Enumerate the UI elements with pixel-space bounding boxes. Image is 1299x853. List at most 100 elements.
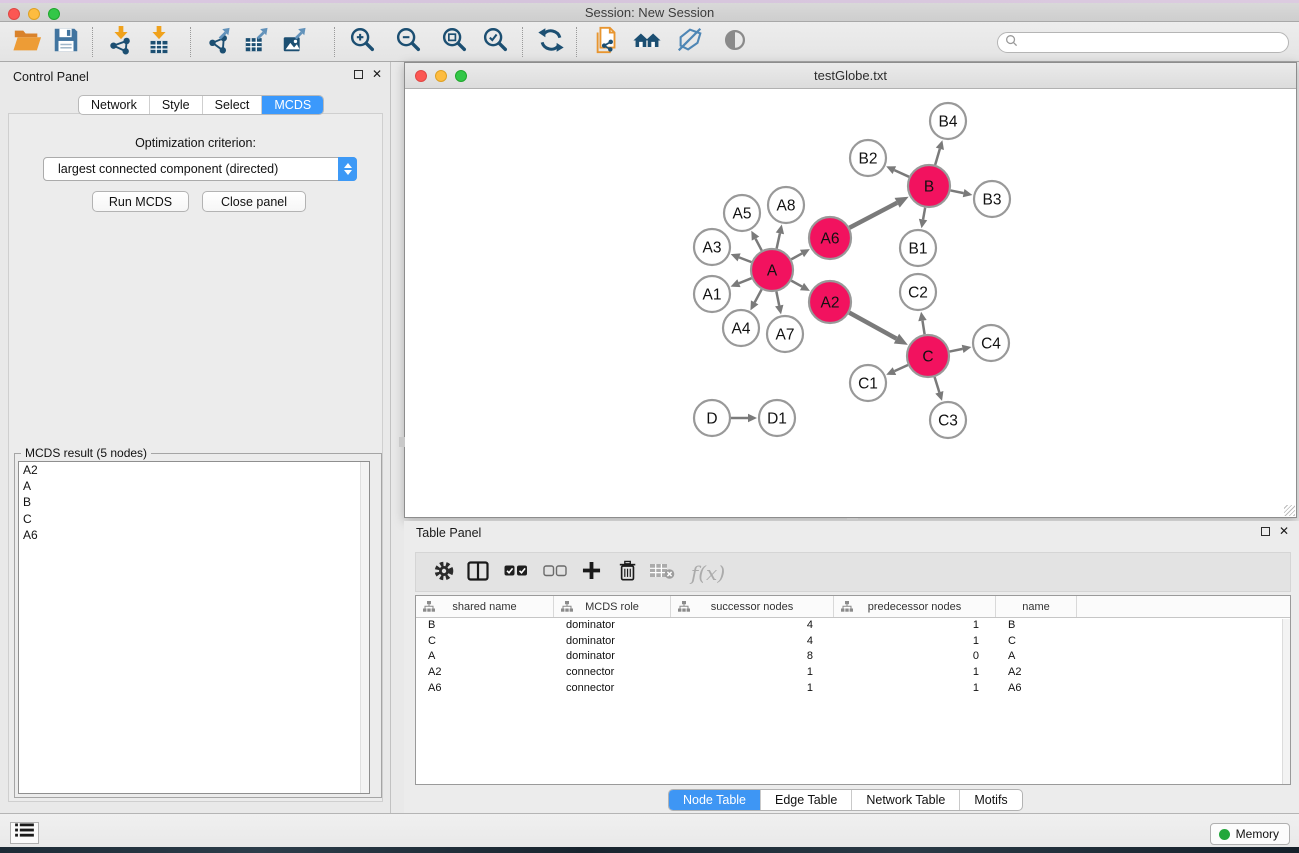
graph-edge-A-A3[interactable]	[739, 257, 751, 262]
close-table-panel-icon[interactable]: ✕	[1279, 526, 1289, 537]
tab-node-table[interactable]: Node Table	[669, 790, 761, 810]
graph-edge-B-B4[interactable]	[935, 149, 940, 165]
graph-edge-B-B1[interactable]	[923, 208, 925, 220]
table-row[interactable]: A6connector11A6	[416, 681, 1290, 697]
run-mcds-button[interactable]: Run MCDS	[92, 191, 189, 212]
table-row[interactable]: Cdominator41C	[416, 634, 1290, 650]
cell-name[interactable]: C	[996, 634, 1077, 650]
network-window-titlebar[interactable]: testGlobe.txt	[405, 63, 1296, 89]
mcds-result-item[interactable]: A2	[19, 462, 369, 478]
mcds-result-item[interactable]: C	[19, 511, 369, 527]
table-options-button[interactable]	[430, 559, 458, 587]
zoom-fit-button[interactable]	[437, 26, 471, 58]
cell-successor_nodes[interactable]: 4	[671, 618, 834, 634]
toggle-birds-eye-button[interactable]	[718, 26, 752, 58]
cell-predecessor_nodes[interactable]: 1	[834, 634, 996, 650]
close-panel-icon[interactable]: ✕	[372, 69, 382, 80]
cell-predecessor_nodes[interactable]: 1	[834, 681, 996, 697]
column-header-name[interactable]: name	[996, 596, 1077, 617]
graph-edge-A-A8[interactable]	[777, 233, 780, 248]
network-canvas[interactable]: B4B2BB3A5A8A6A3B1AC2A1A2A4A7C4CC1C3DD1	[405, 89, 1296, 517]
import-network-button[interactable]	[104, 26, 138, 58]
tab-edge-table[interactable]: Edge Table	[761, 790, 852, 810]
graph-edge-A-A6[interactable]	[791, 253, 802, 259]
cell-name[interactable]: A2	[996, 665, 1077, 681]
zoom-in-button[interactable]	[345, 26, 379, 58]
graph-edge-A6-B[interactable]	[849, 203, 897, 228]
show-panels-button[interactable]	[10, 822, 39, 844]
graph-edge-B-B3[interactable]	[951, 190, 964, 193]
tab-select[interactable]: Select	[203, 96, 263, 114]
column-header-predecessor-nodes[interactable]: predecessor nodes	[834, 596, 996, 617]
column-header-successor-nodes[interactable]: successor nodes	[671, 596, 834, 617]
cell-mcds_role[interactable]: dominator	[554, 649, 671, 665]
float-table-panel-icon[interactable]	[1261, 527, 1270, 536]
table-scrollbar[interactable]	[1282, 619, 1290, 784]
memory-button[interactable]: Memory	[1210, 823, 1290, 845]
cell-successor_nodes[interactable]: 1	[671, 665, 834, 681]
zoom-out-button[interactable]	[391, 26, 425, 58]
cell-shared_name[interactable]: B	[416, 618, 554, 634]
cell-predecessor_nodes[interactable]: 1	[834, 618, 996, 634]
mcds-result-item[interactable]: B	[19, 494, 369, 510]
cell-predecessor_nodes[interactable]: 1	[834, 665, 996, 681]
graph-edge-B-B2[interactable]	[894, 170, 909, 177]
cell-mcds_role[interactable]: connector	[554, 665, 671, 681]
list-scrollbar[interactable]	[360, 462, 369, 793]
graph-edge-A-A7[interactable]	[776, 292, 779, 306]
graph-edge-A-A1[interactable]	[739, 278, 752, 283]
delete-table-button[interactable]	[648, 559, 676, 587]
select-all-rows-button[interactable]	[502, 559, 530, 587]
add-row-button[interactable]	[577, 559, 605, 587]
search-field[interactable]	[997, 32, 1289, 53]
cell-mcds_role[interactable]: connector	[554, 681, 671, 697]
tab-network-table[interactable]: Network Table	[852, 790, 960, 810]
tab-motifs[interactable]: Motifs	[960, 790, 1021, 810]
table-row[interactable]: Adominator80A	[416, 649, 1290, 665]
delete-rows-button[interactable]	[614, 559, 642, 587]
float-panel-icon[interactable]	[354, 70, 363, 79]
graph-edge-A2-C[interactable]	[849, 313, 896, 339]
cell-name[interactable]: A	[996, 649, 1077, 665]
graph-edge-A-A5[interactable]	[756, 239, 762, 251]
network-from-selection-button[interactable]	[590, 26, 624, 58]
close-panel-button[interactable]: Close panel	[202, 191, 306, 212]
cell-name[interactable]: B	[996, 618, 1077, 634]
window-resize-grip[interactable]	[1284, 505, 1295, 516]
export-table-button[interactable]	[240, 26, 274, 58]
column-header-MCDS-role[interactable]: MCDS role	[554, 596, 671, 617]
cell-shared_name[interactable]: A	[416, 649, 554, 665]
reset-layout-button[interactable]	[630, 26, 664, 58]
refresh-view-button[interactable]	[534, 26, 568, 58]
zoom-selected-button[interactable]	[478, 26, 512, 58]
cell-successor_nodes[interactable]: 4	[671, 634, 834, 650]
export-network-button[interactable]	[203, 26, 237, 58]
graph-edge-A-A4[interactable]	[755, 289, 762, 302]
deselect-all-rows-button[interactable]	[541, 559, 569, 587]
cell-successor_nodes[interactable]: 8	[671, 649, 834, 665]
mcds-result-item[interactable]: A6	[19, 527, 369, 543]
import-table-button[interactable]	[142, 26, 176, 58]
mcds-result-list[interactable]: A2ABCA6	[18, 461, 370, 794]
tab-mcds[interactable]: MCDS	[262, 96, 323, 114]
graph-edge-C-C1[interactable]	[894, 365, 907, 371]
export-image-button[interactable]	[278, 26, 312, 58]
save-session-button[interactable]	[49, 26, 83, 58]
cell-shared_name[interactable]: A2	[416, 665, 554, 681]
cell-shared_name[interactable]: A6	[416, 681, 554, 697]
tab-style[interactable]: Style	[150, 96, 203, 114]
cell-predecessor_nodes[interactable]: 0	[834, 649, 996, 665]
cell-mcds_role[interactable]: dominator	[554, 618, 671, 634]
hide-labels-button[interactable]	[673, 26, 707, 58]
search-input[interactable]	[1018, 35, 1288, 51]
show-columns-button[interactable]	[464, 559, 492, 587]
cell-shared_name[interactable]: C	[416, 634, 554, 650]
cell-mcds_role[interactable]: dominator	[554, 634, 671, 650]
table-row[interactable]: Bdominator41B	[416, 618, 1290, 634]
graph-edge-C-C4[interactable]	[950, 349, 963, 352]
table-row[interactable]: A2connector11A2	[416, 665, 1290, 681]
graph-edge-C-C3[interactable]	[935, 377, 940, 392]
graph-edge-A-A2[interactable]	[791, 281, 802, 287]
mcds-result-item[interactable]: A	[19, 478, 369, 494]
open-session-button[interactable]	[10, 26, 44, 58]
